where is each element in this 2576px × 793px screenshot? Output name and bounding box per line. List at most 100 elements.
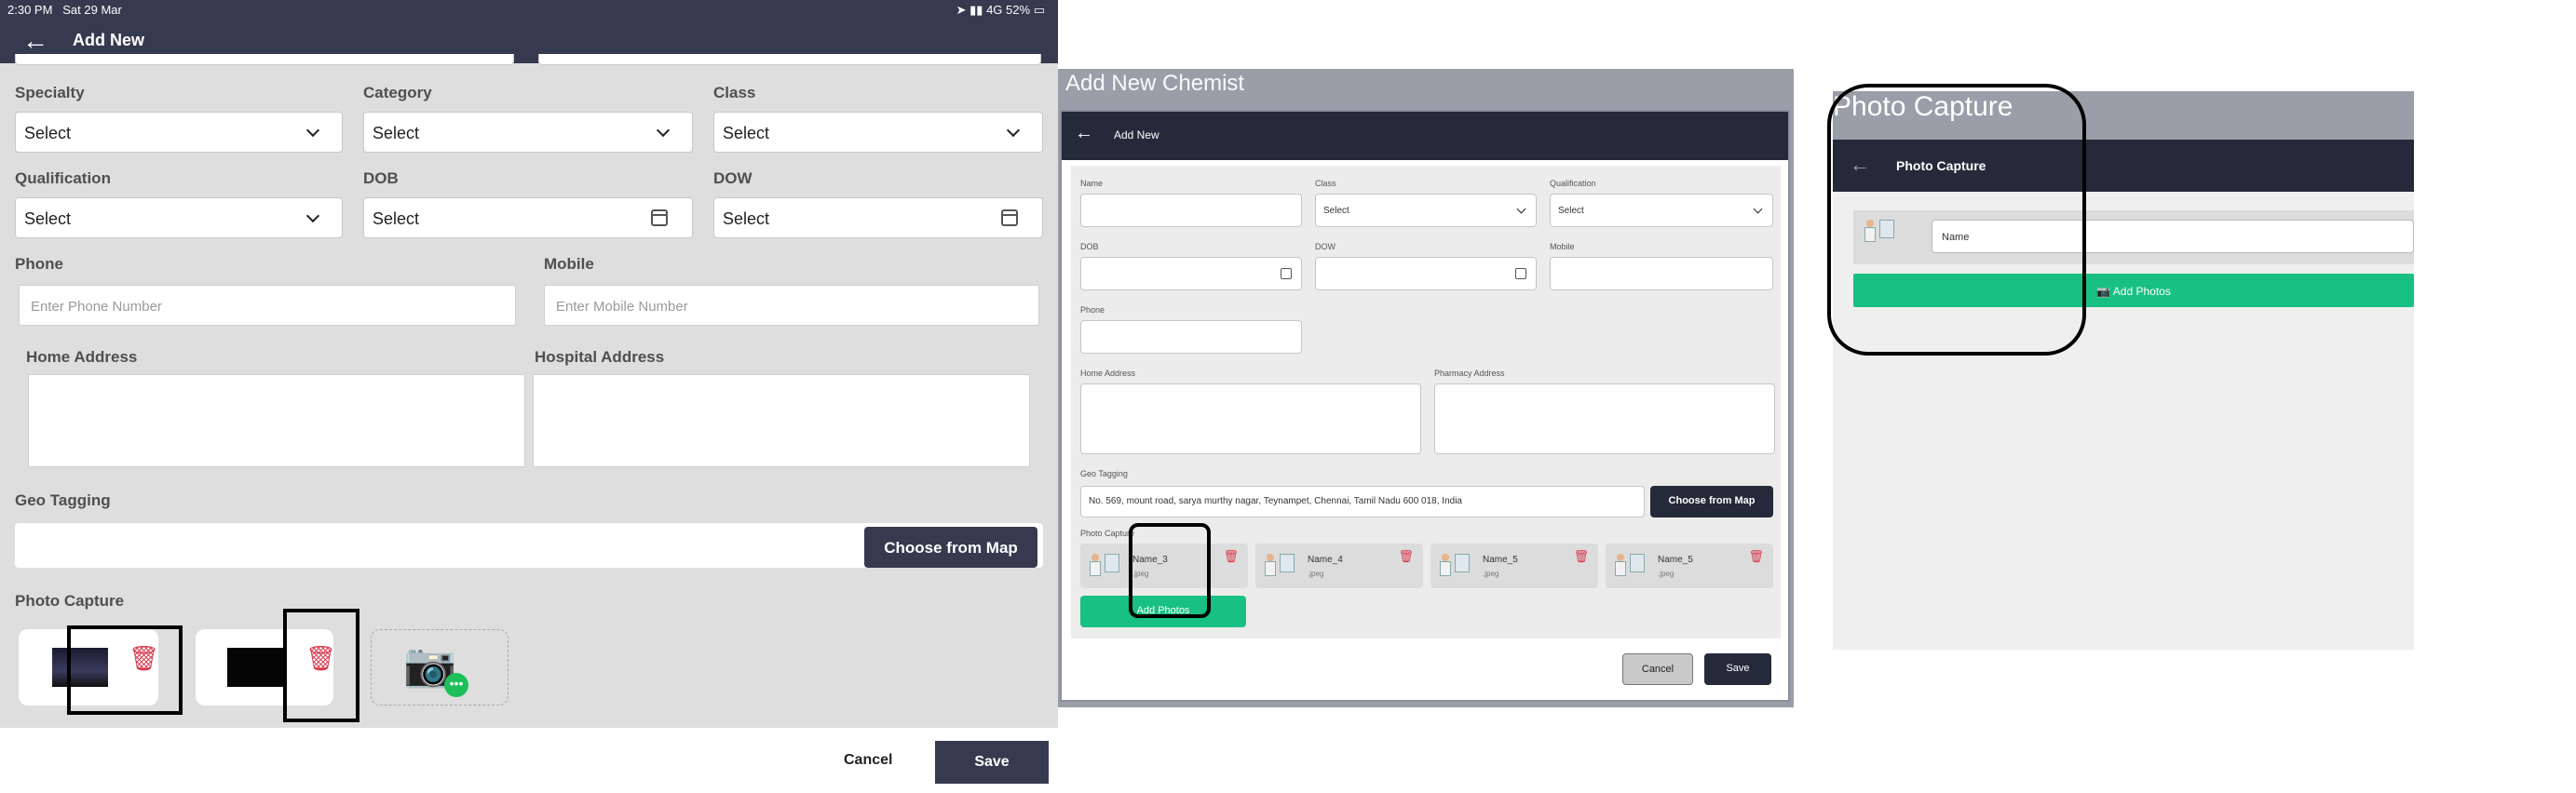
qualification-select[interactable]: Select xyxy=(1550,194,1773,227)
pharmacy-address-textarea[interactable] xyxy=(1434,383,1775,454)
more-dots-icon: ••• xyxy=(444,673,468,697)
signal-icon: ▮▮ xyxy=(969,3,983,17)
geo-tagging-label: Geo Tagging xyxy=(15,491,111,509)
doctor-illustration-icon xyxy=(1436,550,1473,582)
dow-field[interactable] xyxy=(1315,257,1537,290)
class-label: Class xyxy=(1315,179,1336,188)
geo-address-value: No. 569, mount road, sarya murthy nagar,… xyxy=(1089,496,1462,506)
phone-input[interactable]: Enter Phone Number xyxy=(19,285,516,326)
form-body: Specialty Category Class Select Select S… xyxy=(0,54,1058,728)
category-select[interactable]: Select xyxy=(363,112,693,153)
photo-card[interactable]: Name_4 .jpeg 🗑 xyxy=(1255,544,1423,588)
hospital-address-textarea[interactable] xyxy=(533,374,1030,467)
home-address-textarea[interactable] xyxy=(28,374,525,467)
calendar-icon[interactable] xyxy=(1001,209,1018,226)
delete-trash-icon[interactable]: 🗑 xyxy=(1573,549,1589,564)
dow-field[interactable]: Select xyxy=(713,197,1043,238)
doctor-illustration-icon xyxy=(1611,550,1648,582)
qualification-select[interactable]: Select xyxy=(15,197,343,238)
save-button[interactable]: Save xyxy=(935,741,1049,784)
hospital-address-label: Hospital Address xyxy=(535,348,665,366)
dob-field[interactable] xyxy=(1080,257,1302,290)
desktop-add-chemist-screen: Add New Chemist ← Add New Name Class Qua… xyxy=(1058,0,1794,793)
specialty-label: Specialty xyxy=(15,84,85,101)
name-input[interactable] xyxy=(1080,194,1302,227)
annotation-box xyxy=(283,609,359,722)
phone-input[interactable] xyxy=(1080,320,1302,354)
geo-tagging-label: Geo Tagging xyxy=(1080,469,1128,478)
mobile-input[interactable] xyxy=(1550,257,1773,290)
status-time: 2:30 PM xyxy=(7,3,53,17)
home-address-label: Home Address xyxy=(26,348,138,366)
chevron-down-icon xyxy=(1516,204,1526,214)
dob-value: Select xyxy=(373,209,420,228)
phone-label: Phone xyxy=(1080,305,1105,315)
photo-ext: .jpeg xyxy=(1483,570,1499,578)
page-title: Add New xyxy=(1114,128,1159,141)
doctor-illustration-icon xyxy=(1261,550,1298,582)
calendar-icon[interactable] xyxy=(1515,268,1526,279)
delete-trash-icon[interactable]: 🗑 xyxy=(1398,549,1414,564)
chevron-down-icon xyxy=(1006,123,1021,138)
qualification-label: Qualification xyxy=(1550,179,1596,188)
camera-icon: 📷 xyxy=(2096,285,2111,298)
annotation-box xyxy=(1827,84,2086,356)
phone-placeholder: Enter Phone Number xyxy=(31,299,162,315)
annotation-box xyxy=(1129,523,1211,618)
mobile-input[interactable]: Enter Mobile Number xyxy=(544,285,1039,326)
photo-thumbnail xyxy=(227,648,287,687)
network-type: 4G xyxy=(986,3,1003,17)
photo-capture-screen: Photo Capture ← Photo Capture Name 📷 Add… xyxy=(1827,0,2576,793)
calendar-icon[interactable] xyxy=(651,209,668,226)
back-arrow-icon[interactable]: ← xyxy=(22,26,48,56)
dow-label: DOW xyxy=(1315,242,1335,251)
chevron-down-icon xyxy=(305,123,320,138)
home-address-textarea[interactable] xyxy=(1080,383,1421,454)
previous-field-partial[interactable] xyxy=(538,54,1041,65)
photo-name: Name_5 xyxy=(1658,555,1693,565)
photo-name: Name_4 xyxy=(1308,555,1343,565)
class-select[interactable]: Select xyxy=(1315,194,1537,227)
delete-trash-icon[interactable]: 🗑 xyxy=(1748,549,1764,564)
tablet-add-new-screen: 2:30 PM Sat 29 Mar ➤ ▮▮ 4G 52% ▭ ← Add N… xyxy=(0,0,1058,793)
class-select[interactable]: Select xyxy=(713,112,1043,153)
geo-tagging-input[interactable]: No. 569, mount road, sarya murthy nagar,… xyxy=(1080,486,1645,517)
dob-field[interactable]: Select xyxy=(363,197,693,238)
cancel-button[interactable]: Cancel xyxy=(844,752,892,769)
category-label: Category xyxy=(363,84,432,101)
choose-from-map-button[interactable]: Choose from Map xyxy=(864,527,1037,568)
qualification-label: Qualification xyxy=(15,169,111,187)
home-address-label: Home Address xyxy=(1080,369,1136,378)
photo-card[interactable]: Name_5 .jpeg 🗑 xyxy=(1430,544,1598,588)
dow-label: DOW xyxy=(713,169,752,187)
save-button[interactable]: Save xyxy=(1704,653,1771,685)
choose-from-map-button[interactable]: Choose from Map xyxy=(1650,486,1773,517)
add-photo-tile[interactable]: 📷 ••• xyxy=(371,629,508,706)
photo-name: Name_5 xyxy=(1483,555,1518,565)
back-arrow-icon[interactable]: ← xyxy=(1075,123,1093,144)
photo-ext: .jpeg xyxy=(1308,570,1324,578)
dob-label: DOB xyxy=(1080,242,1099,251)
chevron-down-icon xyxy=(656,123,671,138)
delete-trash-icon[interactable]: 🗑 xyxy=(1223,549,1239,564)
qualification-value: Select xyxy=(1558,206,1584,216)
battery-icon: ▭ xyxy=(1033,3,1045,17)
location-icon: ➤ xyxy=(956,3,967,17)
calendar-icon[interactable] xyxy=(1281,268,1292,279)
battery-percent: 52% xyxy=(1006,3,1031,17)
photo-card[interactable]: Name_5 .jpeg 🗑 xyxy=(1606,544,1773,588)
previous-field-partial[interactable] xyxy=(15,54,514,65)
dob-label: DOB xyxy=(363,169,399,187)
photo-capture-label: Photo Capture xyxy=(1080,529,1135,538)
chevron-down-icon xyxy=(305,208,320,223)
dow-value: Select xyxy=(723,209,770,228)
mobile-placeholder: Enter Mobile Number xyxy=(556,299,688,315)
status-date: Sat 29 Mar xyxy=(62,3,122,17)
pharmacy-address-label: Pharmacy Address xyxy=(1434,369,1505,378)
status-bar: 2:30 PM Sat 29 Mar ➤ ▮▮ 4G 52% ▭ xyxy=(0,0,1058,20)
photo-capture-label: Photo Capture xyxy=(15,592,125,610)
cancel-button[interactable]: Cancel xyxy=(1622,653,1693,685)
specialty-select[interactable]: Select xyxy=(15,112,343,153)
name-label: Name xyxy=(1080,179,1104,188)
class-value: Select xyxy=(1323,206,1349,216)
